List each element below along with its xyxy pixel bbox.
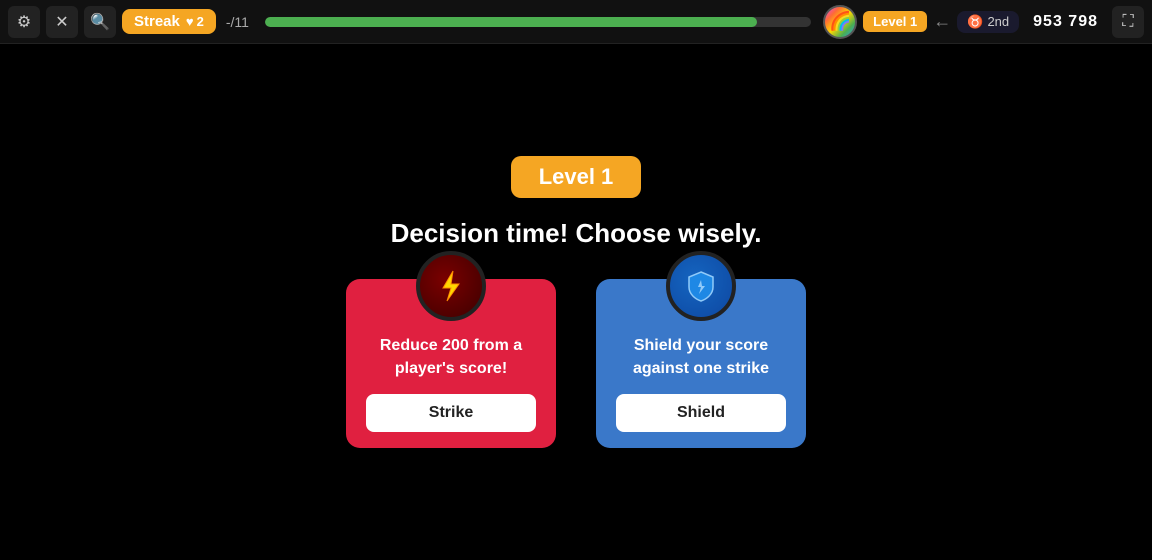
rank-icon: ♉ xyxy=(967,14,983,30)
shield-card[interactable]: Shield your score against one strike Shi… xyxy=(596,279,806,448)
lightning-icon xyxy=(433,268,469,304)
progress-bar-fill xyxy=(265,17,757,27)
settings-icon: ⚙ xyxy=(17,12,31,32)
avatar: 🌈 xyxy=(823,5,857,39)
strike-button[interactable]: Strike xyxy=(366,394,536,432)
streak-badge[interactable]: Streak ♥ 2 xyxy=(122,9,216,34)
level-title: Level 1 xyxy=(511,156,642,198)
shield-icon-circle xyxy=(666,251,736,321)
decision-text: Decision time! Choose wisely. xyxy=(391,218,762,249)
close-button[interactable]: ✕ xyxy=(46,6,78,38)
arrow-icon: ← xyxy=(933,11,951,32)
question-progress: -/11 xyxy=(222,14,253,30)
rank-badge: ♉ 2nd xyxy=(957,11,1019,33)
shield-button[interactable]: Shield xyxy=(616,394,786,432)
fullscreen-icon: ⛶ xyxy=(1122,13,1133,31)
rank-text: 2nd xyxy=(987,14,1009,29)
strike-card[interactable]: Reduce 200 from a player's score! Strike xyxy=(346,279,556,448)
zoom-icon: 🔍 xyxy=(90,12,110,32)
strike-icon-circle xyxy=(416,251,486,321)
main-content: Level 1 Decision time! Choose wisely. Re… xyxy=(0,44,1152,560)
fullscreen-button[interactable]: ⛶ xyxy=(1112,6,1144,38)
cards-container: Reduce 200 from a player's score! Strike… xyxy=(346,279,806,448)
avatar-emoji: 🌈 xyxy=(829,11,851,32)
shield-description: Shield your score against one strike xyxy=(596,321,806,394)
streak-label: Streak xyxy=(134,13,180,30)
topbar: ⚙ ✕ 🔍 Streak ♥ 2 -/11 🌈 Level 1 ← ♉ 2nd … xyxy=(0,0,1152,44)
zoom-button[interactable]: 🔍 xyxy=(84,6,116,38)
score-display: 953 798 xyxy=(1025,13,1106,31)
progress-bar xyxy=(265,17,811,27)
shield-icon xyxy=(683,268,719,304)
settings-button[interactable]: ⚙ xyxy=(8,6,40,38)
lives-count: ♥ 2 xyxy=(186,14,204,29)
level-badge-topbar: Level 1 xyxy=(863,11,927,32)
close-icon: ✕ xyxy=(55,12,68,32)
strike-description: Reduce 200 from a player's score! xyxy=(346,321,556,394)
heart-icon: ♥ xyxy=(186,14,194,29)
